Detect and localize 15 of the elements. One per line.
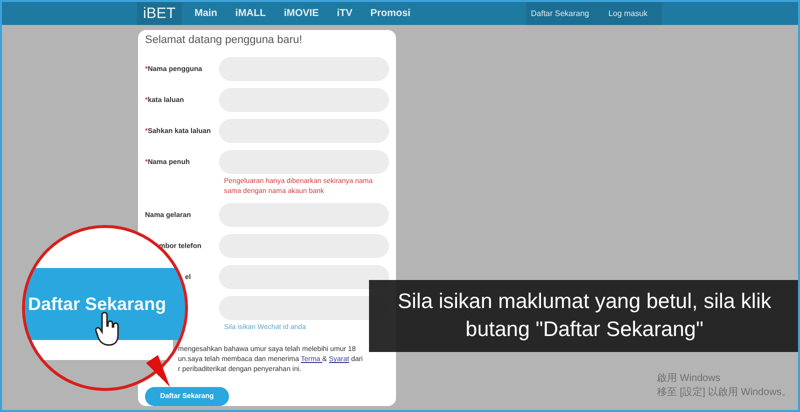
input-field[interactable] — [219, 265, 389, 289]
nav-link[interactable]: iTV — [328, 2, 362, 25]
activation-detail: 移至 [設定] 以啟用 Windows。 — [657, 386, 792, 399]
nav-link[interactable]: iMALL — [226, 2, 275, 25]
nav-link[interactable]: Promosi — [361, 2, 420, 25]
magnified-button-text: Daftar Sekarang — [28, 294, 166, 314]
pointer-arrow — [144, 355, 172, 389]
site-logo[interactable]: iBET — [137, 2, 182, 25]
nav-link[interactable]: Daftar Sekarang — [526, 2, 594, 25]
activation-title: 啟用 Windows — [657, 372, 722, 385]
nav-link[interactable]: Main — [186, 2, 226, 25]
nav-link[interactable]: Log masuk — [594, 2, 662, 25]
caption-toast: Sila isikan maklumat yang betul, sila klik butang "Daftar Sekarang" — [369, 280, 798, 352]
nav-link[interactable]: iMOVIE — [274, 2, 328, 25]
form-title: Selamat datang pengguna baru! — [145, 34, 304, 46]
